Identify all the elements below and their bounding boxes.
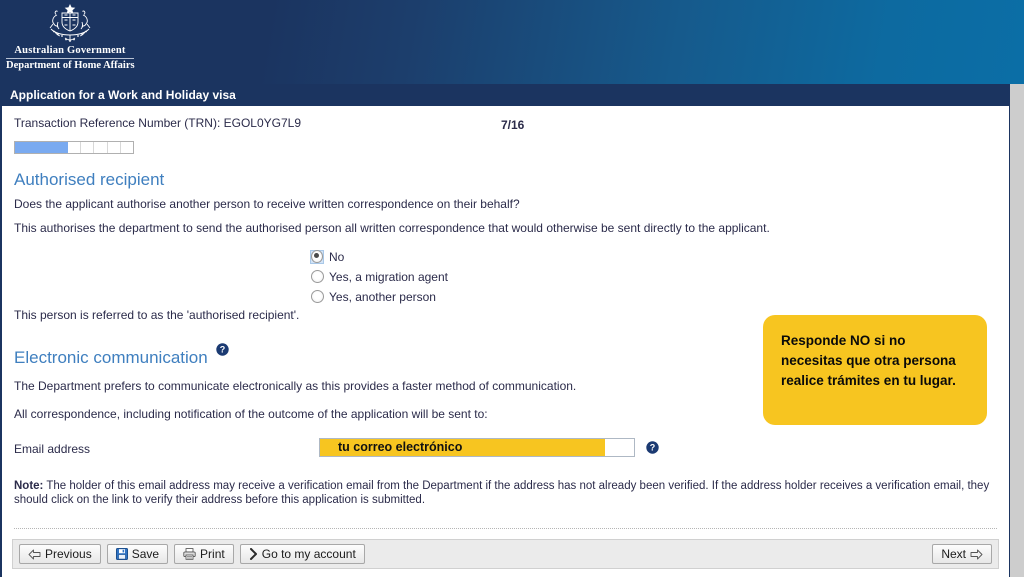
authorised-recipient-question: Does the applicant authorise another per… (14, 197, 520, 211)
application-window: Australian Government Department of Home… (0, 0, 1024, 577)
note-prefix: Note: (14, 480, 44, 492)
arrow-left-icon (28, 549, 41, 560)
page-title: Application for a Work and Holiday visa (0, 84, 1024, 106)
form-frame: Transaction Reference Number (TRN): EGOL… (0, 106, 1010, 577)
toolbar-separator (14, 528, 997, 529)
print-button-label: Print (200, 547, 225, 561)
svg-text:?: ? (220, 344, 226, 354)
radio-label: Yes, a migration agent (329, 269, 448, 284)
chevron-right-icon (249, 548, 258, 560)
government-header-banner: Australian Government Department of Home… (0, 0, 1024, 84)
progress-segment (108, 142, 121, 153)
section-heading-authorised-recipient: Authorised recipient (14, 170, 165, 189)
radio-label: Yes, another person (329, 289, 436, 304)
branding-divider (6, 58, 134, 59)
email-address-label: Email address (14, 442, 91, 456)
radio-option-another-person[interactable]: Yes, another person (310, 288, 997, 305)
email-address-row: Email address tu correo electrónico ? (14, 438, 997, 464)
svg-text:?: ? (650, 443, 656, 453)
radio-focus-ring (310, 270, 324, 284)
authorised-recipient-radio-group: No Yes, a migration agent Yes, another p… (310, 248, 997, 305)
radio-option-migration-agent[interactable]: Yes, a migration agent (310, 268, 997, 285)
save-button[interactable]: Save (106, 544, 169, 564)
previous-button[interactable]: Previous (19, 544, 101, 564)
radio-label: No (329, 249, 345, 264)
arrow-right-icon (970, 549, 983, 560)
radio-button-icon[interactable] (311, 250, 323, 263)
progress-bar (14, 141, 134, 154)
go-to-my-account-label: Go to my account (261, 547, 356, 561)
print-button[interactable]: Print (174, 544, 234, 564)
printer-icon (183, 548, 196, 560)
trn-label: Transaction Reference Number (TRN): EGOL… (14, 116, 301, 130)
page-counter: 7/16 (501, 118, 525, 132)
australian-coat-of-arms-icon (6, 2, 134, 44)
email-value-highlight[interactable]: tu correo electrónico (320, 439, 605, 456)
org-name-department: Department of Home Affairs (6, 60, 135, 71)
next-button[interactable]: Next (932, 544, 992, 564)
radio-focus-ring (310, 249, 324, 264)
radio-button-icon[interactable] (310, 270, 324, 283)
radio-focus-ring (310, 290, 324, 304)
floppy-disk-icon (115, 548, 128, 560)
help-icon[interactable]: ? (646, 441, 659, 457)
progress-bar-fill (15, 142, 69, 153)
progress-segment (121, 142, 133, 153)
go-to-my-account-button[interactable]: Go to my account (239, 544, 365, 564)
progress-segment (81, 142, 95, 153)
radio-button-icon[interactable] (310, 290, 324, 303)
verification-note: Note: The holder of this email address m… (14, 479, 997, 507)
form-content: Transaction Reference Number (TRN): EGOL… (2, 106, 1009, 507)
help-icon[interactable]: ? (216, 342, 229, 359)
branding-block: Australian Government Department of Home… (6, 2, 135, 72)
note-body: The holder of this email address may rec… (14, 480, 990, 506)
progress-segment (94, 142, 108, 153)
vertical-scrollbar[interactable] (1010, 84, 1024, 577)
section-heading-electronic-communication: Electronic communication (14, 348, 208, 367)
radio-option-no[interactable]: No (310, 248, 997, 265)
next-button-label: Next (941, 547, 966, 561)
transaction-reference-row: Transaction Reference Number (TRN): EGOL… (14, 116, 997, 136)
authorised-recipient-description: This authorises the department to send t… (14, 221, 770, 235)
previous-button-label: Previous (45, 547, 92, 561)
form-toolbar: Previous Save Print Go to my account Nex… (12, 539, 999, 569)
progress-segment (68, 142, 82, 153)
annotation-callout: Responde NO si no necesitas que otra per… (763, 315, 987, 425)
save-button-label: Save (131, 547, 160, 561)
org-name-australian-government: Australian Government (14, 45, 126, 56)
